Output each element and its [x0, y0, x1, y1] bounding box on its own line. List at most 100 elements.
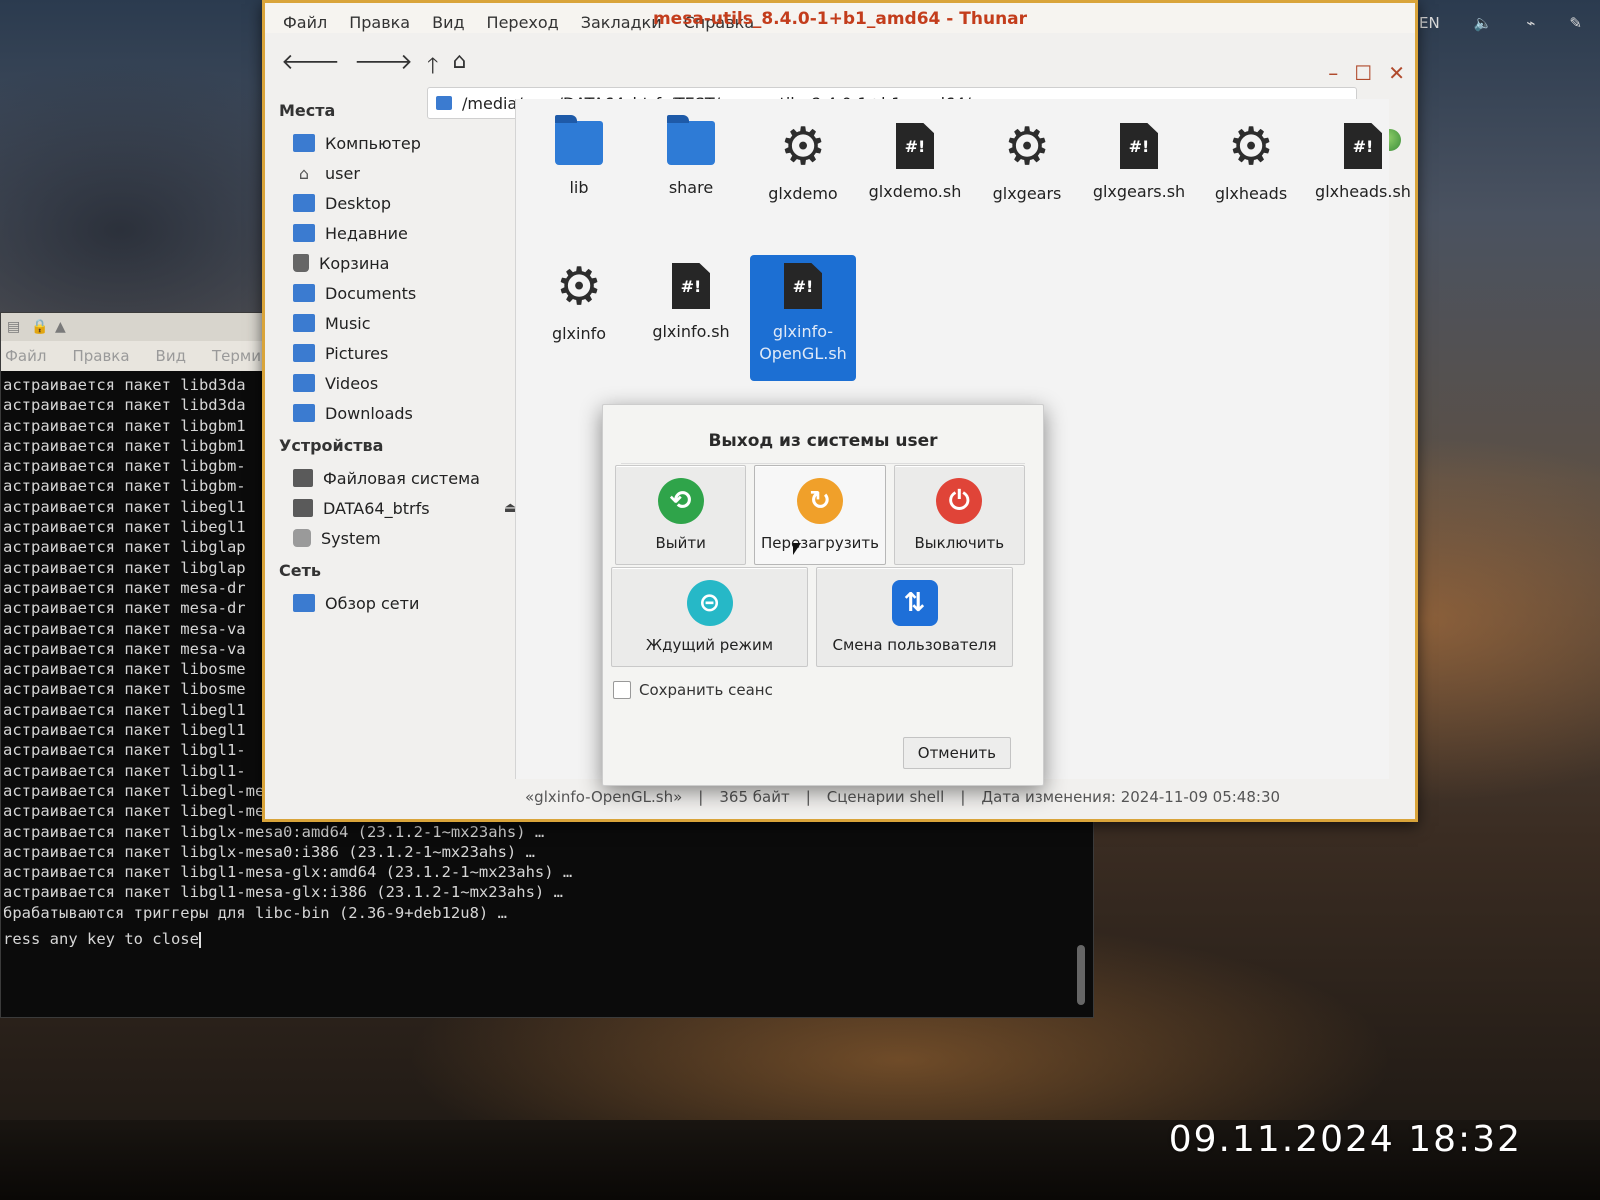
file-name: glxgears.sh	[1092, 182, 1186, 201]
terminal-line: бpабатываются триггеры для libc-bin (2.3…	[3, 903, 507, 922]
file-name: glxinfo	[551, 324, 607, 343]
gear-icon: ⚙	[779, 117, 827, 177]
thunar-titlebar[interactable]: Файл Правка Вид Переход Закладки Справка…	[265, 3, 1415, 33]
save-session-label: Сохранить сеанс	[639, 681, 773, 699]
sidebar-item-pictures[interactable]: Pictures	[279, 338, 525, 368]
sidebar-heading-devices: Устройства	[279, 436, 384, 455]
trash-icon	[293, 254, 309, 272]
reboot-label: Перезагрузить	[760, 534, 879, 552]
forward-icon[interactable]: 🡒	[354, 49, 413, 87]
sidebar-item-label: Корзина	[319, 253, 390, 273]
sidebar-item-music[interactable]: Music	[279, 308, 525, 338]
reboot-button[interactable]: ↻ Перезагрузить	[754, 465, 886, 565]
file-item[interactable]: #! glxheads.sh	[1310, 115, 1416, 241]
gear-icon: ⚙	[1227, 117, 1275, 177]
sidebar-item-documents[interactable]: Documents	[279, 278, 525, 308]
terminal-menu-view[interactable]: Вид	[156, 347, 186, 365]
sidebar-item-label: Documents	[325, 283, 417, 303]
script-icon: #!	[1344, 123, 1382, 169]
file-item[interactable]: share	[638, 115, 744, 241]
sidebar-item-data64[interactable]: DATA64_btrfs ⏏	[279, 493, 525, 523]
file-item[interactable]: ⚙ glxgears	[974, 115, 1080, 241]
script-icon: #!	[672, 263, 710, 309]
terminal-line: астраивается пакет libgl1-mesa-glx:i386 …	[3, 883, 563, 902]
terminal-menu-file[interactable]: Файл	[5, 347, 46, 365]
network-icon[interactable]: ⌁	[1526, 14, 1535, 32]
sidebar-item-browse-network[interactable]: Обзор сети	[279, 588, 525, 618]
file-item-selected[interactable]: #! glxinfo-OpenGL.sh	[750, 255, 856, 381]
file-item[interactable]: ⚙ glxheads	[1198, 115, 1304, 241]
cancel-button[interactable]: Отменить	[902, 737, 1011, 769]
shutdown-button[interactable]: ⏻ Выключить	[893, 465, 1025, 565]
switch-user-icon: ⇅	[891, 580, 938, 626]
sidebar-item-user[interactable]: ⌂ user	[279, 158, 525, 188]
window-title: mesa-utils_8.4.0-1+b1_amd64 - Thunar	[652, 9, 1028, 29]
file-item[interactable]: lib	[526, 115, 632, 241]
terminal-prompt: ress any key to close	[3, 929, 1067, 949]
file-item[interactable]: #! glxdemo.sh	[862, 115, 968, 241]
terminal-lock-icon[interactable]: 🔒	[31, 320, 48, 334]
terminal-line: астраивается пакет libglx-mesa0:amd64 (2…	[3, 822, 545, 841]
sidebar-item-videos[interactable]: Videos	[279, 368, 525, 398]
terminal-menu-icon[interactable]: ▤	[7, 320, 21, 334]
volume-icon[interactable]: 🔈	[1474, 14, 1493, 32]
dialog-row-secondary: ⊝ Ждущий режим ⇅ Смена пользователя	[611, 567, 1013, 667]
home-icon[interactable]: ⌂	[452, 49, 466, 87]
terminal-menu-edit[interactable]: Правка	[72, 347, 129, 365]
folder-icon	[667, 115, 715, 165]
file-item[interactable]: #! glxgears.sh	[1086, 115, 1192, 241]
file-item[interactable]: #! glxinfo.sh	[638, 255, 744, 381]
sidebar-heading-places: Места	[279, 101, 336, 120]
gear-icon: ⚙	[1003, 117, 1051, 177]
sidebar-item-desktop[interactable]: Desktop	[279, 188, 525, 218]
switch-user-button[interactable]: ⇅ Смена пользователя	[816, 567, 1013, 667]
terminal-line: астраивается пакет libglx-mesa0:i386 (23…	[3, 842, 535, 861]
mouse-pointer-icon	[793, 543, 801, 555]
keyboard-layout-indicator[interactable]: EN	[1419, 14, 1440, 32]
file-item[interactable]: ⚙ glxinfo	[526, 255, 632, 381]
sidebar-item-recent[interactable]: Недавние	[279, 218, 525, 248]
logout-dialog[interactable]: Выход из системы user ⟲ Выйти ↻ Перезагр…	[602, 404, 1044, 786]
file-name: lib	[569, 178, 589, 197]
dialog-row-primary: ⟲ Выйти ↻ Перезагрузить ⏻ Выключить	[615, 465, 1025, 565]
sidebar-item-trash[interactable]: Корзина	[279, 248, 525, 278]
up-icon[interactable]: 🡑	[427, 49, 438, 87]
maximize-icon[interactable]: ☐	[1354, 61, 1372, 85]
sidebar-item-computer[interactable]: Компьютер	[279, 128, 525, 158]
minimize-icon[interactable]: –	[1328, 61, 1338, 85]
status-sep: |	[805, 788, 811, 806]
sidebar-item-downloads[interactable]: Downloads	[279, 398, 525, 428]
reboot-icon: ↻	[796, 478, 843, 524]
close-icon[interactable]: ✕	[1388, 61, 1405, 85]
file-item[interactable]: ⚙ glxdemo	[750, 115, 856, 241]
status-modified: Дата изменения: 2024-11-09 05:48:30	[981, 788, 1281, 806]
sidebar-item-label: Desktop	[325, 193, 391, 213]
terminal-line: астраивается пакет libgl1-mesa-glx:amd64…	[3, 863, 573, 882]
dialog-separator	[621, 463, 1025, 464]
suspend-button[interactable]: ⊝ Ждущий режим	[611, 567, 808, 667]
save-session-checkbox[interactable]	[613, 681, 631, 699]
terminal-scrollbar[interactable]	[1077, 945, 1085, 1005]
sidebar-item-label: Pictures	[325, 343, 389, 363]
sidebar-item-filesystem[interactable]: Файловая система	[279, 463, 525, 493]
terminal-up-icon[interactable]: ▲	[55, 320, 69, 334]
network-folder-icon	[293, 594, 315, 612]
status-sep: |	[698, 788, 704, 806]
save-session-option[interactable]: Сохранить сеанс	[613, 681, 773, 699]
script-icon: #!	[896, 123, 934, 169]
file-grid: lib share ⚙ glxdemo #! glxdemo.sh ⚙ glxgear…	[526, 115, 1411, 381]
logout-label: Выйти	[655, 534, 706, 552]
file-name: glxinfo-OpenGL.sh	[759, 322, 847, 363]
top-panel: EN 🔈 ⌁ ✎	[1419, 14, 1582, 32]
sidebar-item-label: user	[325, 163, 360, 183]
sidebar-item-label: Компьютер	[325, 133, 421, 153]
window-controls: – ☐ ✕	[1328, 61, 1405, 85]
sidebar-heading-network: Сеть	[279, 561, 321, 580]
music-folder-icon	[293, 314, 315, 332]
logout-button[interactable]: ⟲ Выйти	[615, 465, 747, 565]
clip-icon[interactable]: ✎	[1569, 14, 1582, 32]
pictures-folder-icon	[293, 344, 315, 362]
sidebar-item-system[interactable]: System	[279, 523, 525, 553]
script-icon: #!	[784, 263, 822, 309]
back-icon[interactable]: 🡐	[281, 49, 340, 87]
